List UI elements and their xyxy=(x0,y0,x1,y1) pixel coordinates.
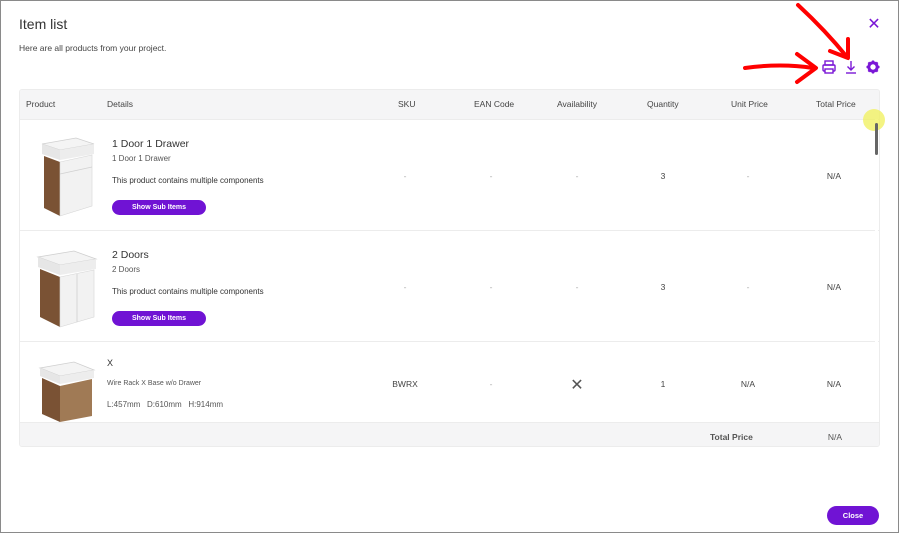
total-price-label: Total Price xyxy=(710,432,753,442)
quantity-cell: 3 xyxy=(660,171,666,181)
product-name: 1 Door 1 Drawer xyxy=(112,138,190,150)
total-price-value: N/A xyxy=(827,432,843,442)
sku-cell: - xyxy=(403,171,407,181)
availability-cell: - xyxy=(575,171,579,181)
sku-cell: BWRX xyxy=(392,379,418,389)
download-icon[interactable] xyxy=(843,59,859,77)
print-icon[interactable] xyxy=(821,59,837,77)
product-note: This product contains multiple component… xyxy=(112,176,264,185)
product-image-cabinet xyxy=(34,241,104,331)
product-name: 2 Doors xyxy=(112,249,149,261)
table-scrollbar[interactable] xyxy=(875,119,878,419)
scrollbar-thumb[interactable] xyxy=(875,123,878,155)
table-header: Product Details SKU EAN Code Availabilit… xyxy=(20,90,879,120)
settings-gear-icon[interactable] xyxy=(865,59,881,77)
table-row: X Wire Rack X Base w/o Drawer L:457mm D:… xyxy=(20,342,879,422)
unit-price-cell: - xyxy=(746,171,750,181)
cursor-highlight xyxy=(863,109,885,131)
product-note: This product contains multiple component… xyxy=(112,287,264,296)
total-price-cell: N/A xyxy=(826,282,842,292)
header-ean: EAN Code xyxy=(474,99,515,109)
quantity-cell: 3 xyxy=(660,282,666,292)
close-button[interactable]: Close xyxy=(827,506,879,525)
product-image-cabinet xyxy=(34,352,104,422)
show-sub-items-button[interactable]: Show Sub Items xyxy=(112,200,206,215)
product-dimensions: L:457mm D:610mm H:914mm xyxy=(107,400,224,409)
header-availability: Availability xyxy=(557,99,598,109)
dialog-subtitle: Here are all products from your project. xyxy=(19,43,167,53)
product-description: 2 Doors xyxy=(112,265,141,274)
availability-cell: - xyxy=(575,282,579,292)
items-table: Product Details SKU EAN Code Availabilit… xyxy=(19,89,880,447)
total-price-cell: N/A xyxy=(826,379,842,389)
total-price-cell: N/A xyxy=(826,171,842,181)
header-sku: SKU xyxy=(398,99,416,109)
quantity-cell: 1 xyxy=(660,379,666,389)
ean-cell: - xyxy=(489,282,493,292)
header-product: Product xyxy=(26,99,56,109)
header-total-price: Total Price xyxy=(816,99,856,109)
header-unit-price: Unit Price xyxy=(731,99,768,109)
show-sub-items-button[interactable]: Show Sub Items xyxy=(112,311,206,326)
dialog-title: Item list xyxy=(19,16,68,32)
unavailable-x-icon: ✕ xyxy=(570,377,584,394)
header-details: Details xyxy=(107,99,133,109)
ean-cell: - xyxy=(489,379,493,389)
product-description: Wire Rack X Base w/o Drawer xyxy=(107,380,202,387)
unit-price-cell: - xyxy=(746,282,750,292)
sku-cell: - xyxy=(403,282,407,292)
product-image-cabinet xyxy=(34,130,104,220)
close-icon[interactable]: ✕ xyxy=(865,16,883,34)
table-row: 2 Doors 2 Doors This product contains mu… xyxy=(20,231,879,342)
table-row: 1 Door 1 Drawer 1 Door 1 Drawer This pro… xyxy=(20,120,879,231)
item-list-dialog: Item list Here are all products from you… xyxy=(0,0,899,533)
unit-price-cell: N/A xyxy=(740,379,756,389)
header-quantity: Quantity xyxy=(647,99,679,109)
product-name: X xyxy=(107,358,114,368)
product-description: 1 Door 1 Drawer xyxy=(112,154,171,163)
table-footer: Total Price N/A xyxy=(20,422,879,446)
ean-cell: - xyxy=(489,171,493,181)
